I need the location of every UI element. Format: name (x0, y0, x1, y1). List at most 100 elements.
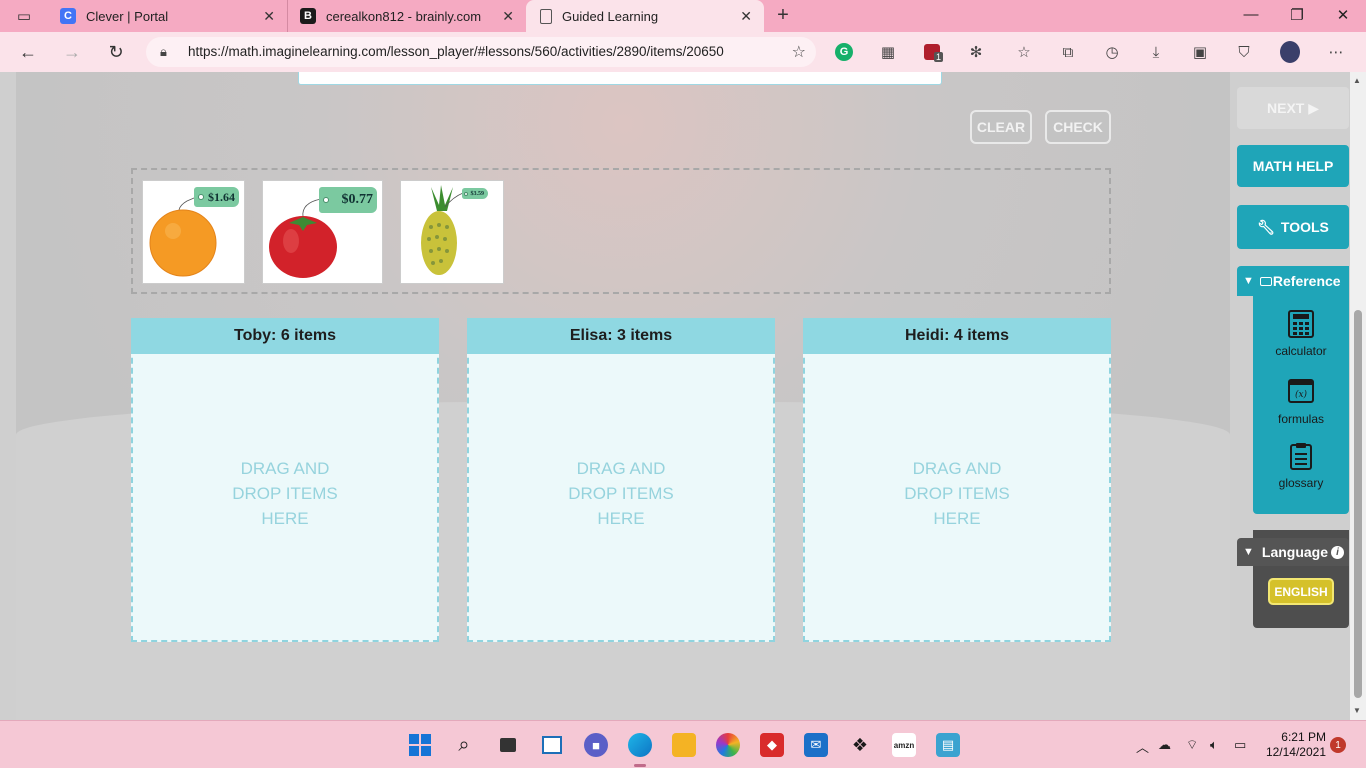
tag-hole (198, 194, 204, 200)
check-button[interactable]: CHECK (1045, 110, 1111, 144)
onedrive-icon[interactable]: ☁ (1158, 737, 1171, 753)
edge-icon[interactable] (628, 733, 652, 757)
more-icon[interactable]: ⋯ (1326, 42, 1346, 62)
tools-label: TOOLS (1280, 219, 1329, 235)
wifi-icon[interactable]: ⌔ (1186, 737, 1198, 753)
close-tab-icon[interactable]: ✕ (502, 8, 514, 25)
file-explorer-icon[interactable] (672, 733, 696, 757)
favorites-icon[interactable]: ☆ (1014, 42, 1034, 62)
tag-hole (464, 191, 468, 196)
mail-icon[interactable]: ✉ (804, 733, 828, 757)
widgets-icon[interactable] (540, 733, 564, 757)
search-icon[interactable]: ⌕ (452, 733, 476, 757)
windows-logo-icon (409, 734, 431, 756)
notification-badge[interactable]: 1 (1330, 737, 1346, 753)
bin-title: Elisa: 3 items (467, 318, 775, 354)
clever-favicon-icon: C (60, 8, 76, 24)
drop-hint: DRAG AND DROP ITEMS HERE (469, 456, 773, 531)
formulas-tool[interactable]: (x) formulas (1253, 378, 1349, 426)
drop-zone-elisa[interactable]: Elisa: 3 items DRAG AND DROP ITEMS HERE (467, 318, 775, 642)
calculator-tool[interactable]: calculator (1253, 310, 1349, 358)
extensions-icon[interactable]: ✻ (966, 42, 986, 62)
volume-icon[interactable]: 🔈︎ (1210, 737, 1218, 753)
drop-zone-toby[interactable]: Toby: 6 items DRAG AND DROP ITEMS HERE (131, 318, 439, 642)
pineapple-image (421, 185, 464, 275)
tab-guided-learning[interactable]: Guided Learning ✕ (526, 0, 764, 32)
info-icon[interactable]: i (1331, 545, 1345, 559)
draggable-item-pineapple[interactable]: $3.59 (400, 180, 504, 284)
address-bar[interactable]: 🔒︎ https://math.imaginelearning.com/less… (146, 37, 816, 67)
color-app-icon[interactable] (716, 733, 740, 757)
red-app-icon[interactable]: ◆ (760, 733, 784, 757)
close-tab-icon[interactable]: ✕ (740, 8, 752, 25)
tab-clever[interactable]: C Clever | Portal ✕ (48, 0, 288, 32)
drop-zone-heidi[interactable]: Heidi: 4 items DRAG AND DROP ITEMS HERE (803, 318, 1111, 642)
clear-button[interactable]: CLEAR (970, 110, 1032, 144)
add-favorite-icon[interactable]: ☆ (792, 42, 806, 62)
lock-icon[interactable]: 🔒︎ (160, 44, 167, 60)
glossary-tool[interactable]: glossary (1253, 442, 1349, 490)
items-tray: $1.64 $0.77 $3.59 (131, 168, 1111, 294)
scroll-up-icon[interactable]: ▲ (1353, 76, 1361, 85)
clock[interactable]: 6:21 PM 12/14/2021 (1262, 730, 1326, 760)
dropbox-icon[interactable]: ❖ (848, 733, 872, 757)
price-label: $1.64 (208, 189, 235, 204)
glossary-label: glossary (1278, 476, 1324, 490)
reference-label: Reference (1272, 273, 1341, 289)
minimize-icon[interactable]: — (1241, 6, 1261, 23)
calculator-label: calculator (1275, 344, 1327, 358)
page-scrollbar[interactable]: ▲ ▼ (1350, 72, 1366, 720)
profile-avatar[interactable] (1280, 41, 1300, 63)
drop-hint-text: DRAG AND DROP ITEMS HERE (232, 459, 338, 528)
tools-button[interactable]: 🔧︎ TOOLS (1237, 205, 1349, 249)
draggable-item-orange[interactable]: $1.64 (142, 180, 245, 284)
math-solver-icon[interactable]: ▣ (1190, 42, 1210, 62)
tab-title: Clever | Portal (86, 8, 169, 24)
extension-icon[interactable]: ▦ (878, 42, 898, 62)
wrench-icon: 🔧︎ (1257, 218, 1275, 235)
close-tab-icon[interactable]: ✕ (263, 8, 275, 25)
next-button[interactable]: NEXT ▶ (1237, 87, 1349, 129)
close-window-icon[interactable]: ✕ (1333, 6, 1353, 24)
math-help-button[interactable]: MATH HELP (1237, 145, 1349, 187)
page-favicon-icon (540, 8, 552, 24)
history-icon[interactable]: ◷ (1102, 42, 1122, 62)
restore-icon[interactable]: ❐ (1287, 6, 1307, 24)
extension-badge-wrapper: 1 (922, 42, 944, 62)
chat-icon[interactable]: ■ (584, 733, 608, 757)
start-icon[interactable] (408, 733, 432, 757)
drop-hint-text: DRAG AND DROP ITEMS HERE (904, 459, 1010, 528)
draggable-item-tomato[interactable]: $0.77 (262, 180, 383, 284)
brainly-favicon-icon: B (300, 8, 316, 24)
price-label: $3.59 (470, 190, 485, 197)
price-tag: $1.64 (194, 187, 239, 207)
scroll-down-icon[interactable]: ▼ (1353, 706, 1361, 715)
task-view-icon[interactable] (496, 733, 520, 757)
language-toggle[interactable]: ▼ Language i (1237, 538, 1349, 566)
forward-icon[interactable]: → (61, 41, 83, 63)
grammarly-icon[interactable]: G (835, 43, 853, 61)
scroll-thumb[interactable] (1354, 310, 1362, 698)
new-tab-button[interactable]: + (772, 4, 794, 26)
refresh-icon[interactable]: ↻ (105, 41, 127, 63)
control-panel-icon[interactable]: ▤ (936, 733, 960, 757)
tab-actions-icon[interactable]: ▭ (10, 6, 38, 26)
amazon-icon[interactable]: amzn (892, 733, 916, 757)
collections-icon[interactable]: ⧉ (1058, 42, 1078, 62)
downloads-icon[interactable]: ⤓ (1146, 42, 1166, 62)
english-button[interactable]: ENGLISH (1268, 578, 1334, 605)
tab-brainly[interactable]: B cerealkon812 - brainly.com ✕ (288, 0, 526, 32)
url-text[interactable]: https://math.imaginelearning.com/lesson_… (188, 44, 724, 59)
reference-toggle[interactable]: ▼ Reference (1237, 266, 1349, 296)
clock-time: 6:21 PM (1281, 730, 1326, 744)
back-icon[interactable]: ← (17, 41, 39, 63)
bin-title: Toby: 6 items (131, 318, 439, 354)
show-hidden-icons-icon[interactable]: ︿ (1136, 737, 1149, 756)
browser-toolbar: ← → ↻ 🔒︎ https://math.imaginelearning.co… (0, 32, 1366, 72)
browser-essentials-icon[interactable]: ⛉ (1234, 42, 1254, 62)
battery-icon[interactable]: ▭ (1234, 737, 1246, 753)
price-tag: $0.77 (319, 187, 377, 213)
clipboard-icon (1290, 443, 1312, 470)
task-view-shape (500, 738, 516, 752)
bin-title: Heidi: 4 items (803, 318, 1111, 354)
